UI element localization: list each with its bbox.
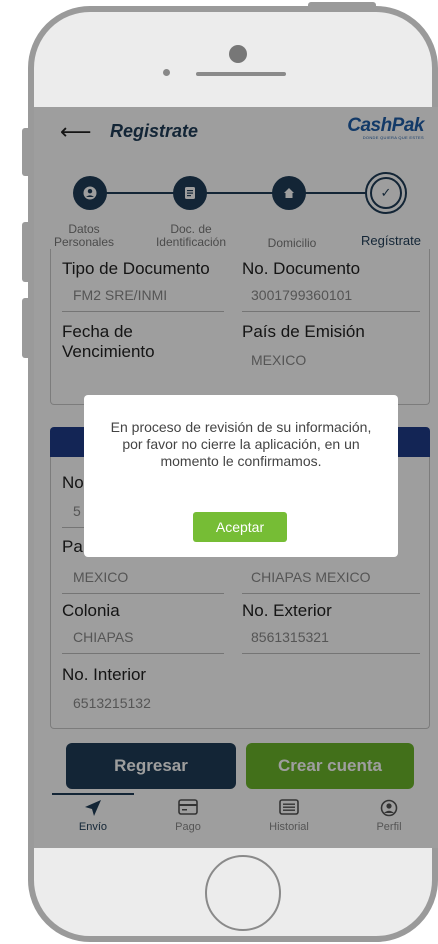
earpiece-speaker — [196, 72, 286, 76]
sensor-dot — [163, 69, 170, 76]
volume-down-button — [22, 298, 28, 358]
power-button — [308, 2, 376, 8]
front-camera — [229, 45, 247, 63]
home-button[interactable] — [205, 855, 281, 931]
accept-button[interactable]: Aceptar — [193, 512, 287, 542]
volume-up-button — [22, 222, 28, 282]
review-modal: En proceso de revisión de su información… — [84, 395, 398, 557]
mute-switch — [22, 128, 28, 176]
app-screen: ⟵ Registrate CashPak DONDE QUIERA QUE ES… — [34, 107, 438, 848]
modal-message: En proceso de revisión de su información… — [110, 419, 372, 469]
